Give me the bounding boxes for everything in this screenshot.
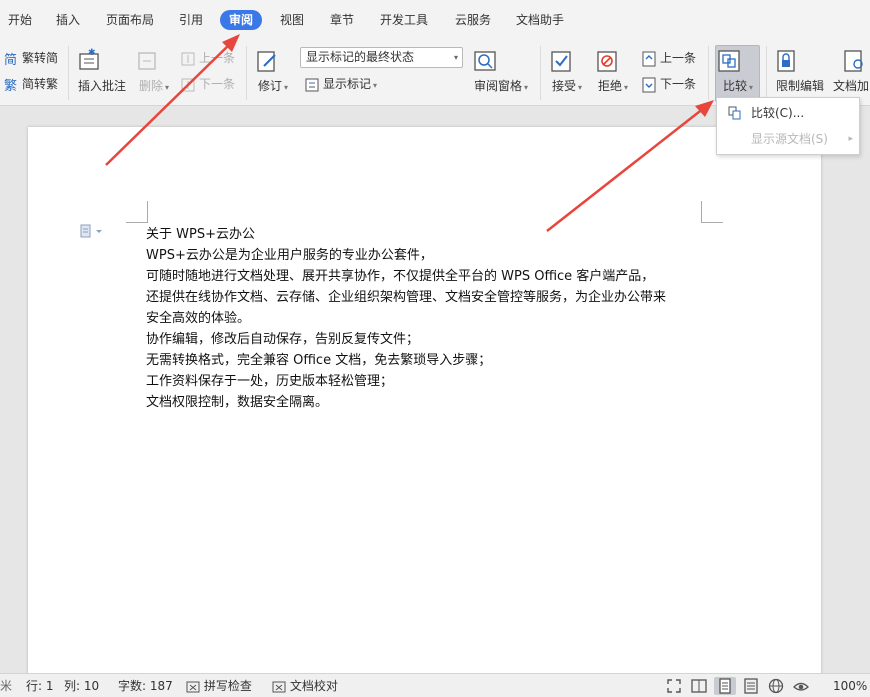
read-mode-icon[interactable]: [690, 677, 708, 695]
status-bar: 米 行: 1 列: 10 字数: 187 拼写检查 文档校对 100%: [0, 673, 870, 697]
status-word-count[interactable]: 字数: 187: [118, 678, 173, 694]
annotation-arrows: [105, 34, 714, 232]
doc-proof-button[interactable]: 文档校对: [272, 678, 338, 694]
arrow-to-compare-button: [546, 107, 705, 232]
status-row: 行: 1: [26, 679, 54, 693]
status-left-edge: 米: [0, 679, 13, 693]
zoom-level[interactable]: 100%: [833, 678, 867, 694]
status-col: 列: 10: [64, 679, 100, 693]
outline-view-icon[interactable]: [742, 677, 760, 695]
eye-protection-icon[interactable]: [792, 677, 810, 695]
spell-check-icon: [186, 681, 200, 693]
web-view-icon[interactable]: [767, 677, 785, 695]
fullscreen-icon[interactable]: [665, 677, 683, 695]
arrow-to-review-tab: [105, 41, 233, 166]
doc-proof-icon: [272, 681, 286, 693]
page-view-icon[interactable]: [714, 677, 736, 695]
spell-check-button[interactable]: 拼写检查: [186, 678, 252, 694]
arrowhead: [695, 100, 714, 117]
